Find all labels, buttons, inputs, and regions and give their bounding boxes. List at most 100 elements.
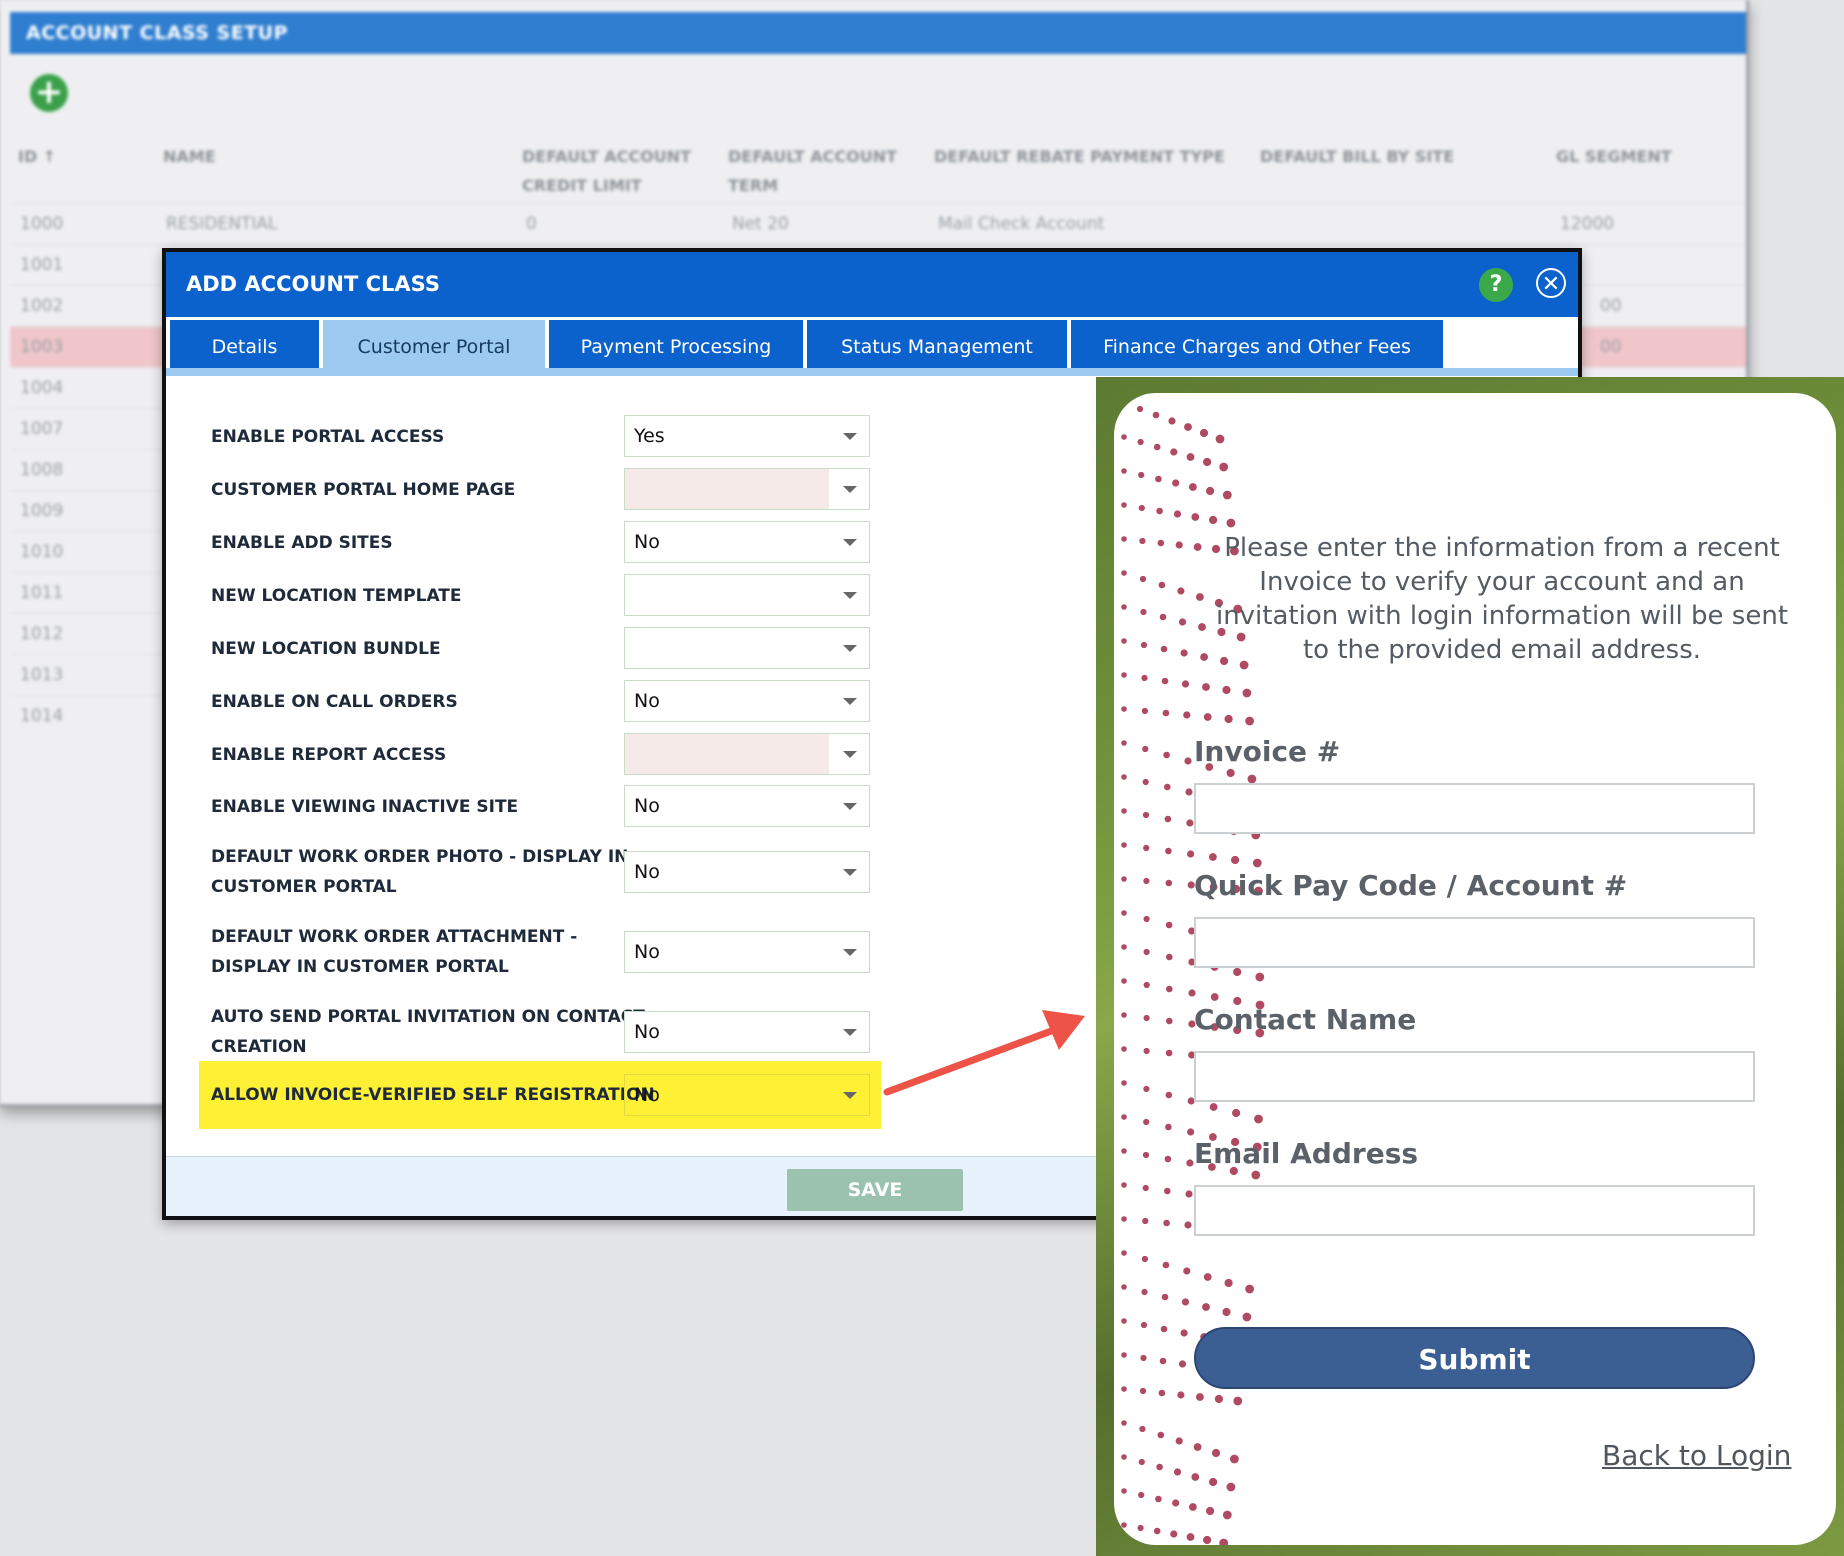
tab-payment-processing[interactable]: Payment Processing [549,320,803,375]
decorative-dot [1193,1443,1202,1451]
email-address-input[interactable] [1194,1185,1755,1236]
decorative-dot [1230,1454,1239,1464]
decorative-dot [1141,1288,1148,1296]
enable-portal-access-select[interactable]: Yes [624,415,870,457]
plus-circle-icon[interactable]: + [30,74,68,112]
invoice-number-input[interactable] [1194,783,1755,834]
column-header-account-term[interactable]: DEFAULT ACCOUNT TERM [728,142,908,200]
submit-button[interactable]: Submit [1194,1327,1755,1389]
decorative-dot [1189,1503,1197,1511]
decorative-dot [1158,581,1166,589]
new-location-template-select[interactable] [624,574,870,616]
customer-portal-home-page-select[interactable] [624,468,870,510]
decorative-dot [1164,783,1171,791]
decorative-dot [1180,1329,1188,1337]
row-gl-segment: 00 [1600,296,1622,316]
enable-viewing-inactive-site-select[interactable]: No [624,785,870,827]
field-label-enable-viewing-inactive-site: ENABLE VIEWING INACTIVE SITE [211,797,519,817]
tab-bar: Details Customer Portal Payment Processi… [166,317,1578,375]
quick-pay-code-input[interactable] [1194,917,1755,968]
decorative-dot [1193,543,1202,551]
column-header-rebate-payment-type[interactable]: DEFAULT REBATE PAYMENT TYPE [934,142,1225,171]
decorative-dot [1183,711,1191,719]
work-order-photo-select[interactable]: No [624,851,870,893]
decorative-dot [1178,1360,1187,1368]
decorative-dot [1252,858,1262,868]
column-header-name[interactable]: NAME [163,142,216,171]
decorative-dot [1152,411,1160,419]
decorative-dot [1141,674,1148,682]
decorative-dot [1121,400,1127,406]
decorative-dot [1254,1114,1263,1124]
allow-invoice-verified-self-registration-select[interactable]: No [624,1074,870,1116]
column-header-gl-segment[interactable]: GL SEGMENT [1556,142,1672,171]
dialog-header: ADD ACCOUNT CLASS ? ✕ [166,252,1578,317]
decorative-dot [1155,475,1162,483]
column-header-bill-by-site[interactable]: DEFAULT BILL BY SITE [1260,142,1454,171]
tab-customer-portal[interactable]: Customer Portal [323,320,545,375]
tab-details[interactable]: Details [170,320,319,375]
select-value: No [634,795,660,817]
decorative-dot [1173,510,1182,518]
decorative-dot [1163,751,1170,759]
table-row[interactable]: 1000 RESIDENTIAL 0 Net 20 Mail Check Acc… [10,203,1746,245]
decorative-dot [1222,685,1231,695]
decorative-dot [1226,518,1236,528]
contact-name-input[interactable] [1194,1051,1755,1102]
tab-underline [166,368,1578,376]
decorative-dot [1187,1128,1195,1136]
decorative-dot [1138,1458,1145,1466]
decorative-dot [1162,1261,1170,1269]
quick-pay-code-label: Quick Pay Code / Account # [1194,869,1628,902]
decorative-dot [1121,1488,1127,1494]
decorative-dot [1222,1510,1232,1520]
select-required-tint [625,469,829,509]
row-rebate-type: Mail Check Account [938,214,1105,234]
close-icon[interactable]: ✕ [1536,268,1566,298]
tab-status-management[interactable]: Status Management [807,320,1067,375]
decorative-dot [1186,1159,1194,1167]
select-required-tint [625,734,829,774]
work-order-attachment-select[interactable]: No [624,931,870,973]
account-class-setup-title: ACCOUNT CLASS SETUP [10,12,1746,54]
decorative-dot [1186,1533,1195,1541]
decorative-dot [1215,434,1225,444]
intro-text: Please enter the information from a rece… [1215,533,1789,665]
enable-add-sites-select[interactable]: No [624,521,870,563]
decorative-dot [1209,1103,1218,1111]
decorative-dot [1165,921,1173,929]
decorative-dot [1211,1448,1221,1458]
back-to-login-link[interactable]: Back to Login [1602,1439,1791,1472]
decorative-dot [1161,677,1169,685]
row-id: 1007 [20,419,64,439]
column-header-id[interactable]: ID ↑ [18,142,56,171]
decorative-dot [1203,1273,1212,1281]
decorative-dot [1245,1284,1254,1294]
auto-send-portal-invitation-select[interactable]: No [624,1011,870,1053]
tab-finance-charges[interactable]: Finance Charges and Other Fees [1071,320,1443,375]
decorative-dot [1160,645,1168,653]
decorative-dot [1164,1187,1171,1195]
decorative-dot [1159,1357,1167,1365]
decorative-dot [1219,462,1229,472]
decorative-dot [1140,608,1147,616]
enable-on-call-orders-select[interactable]: No [624,680,870,722]
decorative-dot [1121,876,1127,882]
decorative-dot [1121,1420,1127,1426]
decorative-dot [1226,1482,1236,1492]
chevron-down-icon [843,803,857,810]
new-location-bundle-select[interactable] [624,627,870,669]
decorative-dot [1183,1267,1191,1275]
select-value: No [634,690,660,712]
decorative-dot [1153,443,1161,451]
field-label-enable-report-access: ENABLE REPORT ACCESS [211,745,447,765]
decorative-dot [1231,855,1240,865]
field-label-work-order-photo: DEFAULT WORK ORDER PHOTO - DISPLAY IN CUS… [211,842,628,902]
save-button[interactable]: SAVE [787,1169,963,1211]
help-icon[interactable]: ? [1479,268,1513,302]
decorative-dot [1166,953,1173,961]
enable-report-access-select[interactable] [624,733,870,775]
decorative-dot [1142,778,1149,786]
column-header-credit-limit[interactable]: DEFAULT ACCOUNT CREDIT LIMIT [522,142,702,200]
decorative-dot [1181,1298,1190,1306]
